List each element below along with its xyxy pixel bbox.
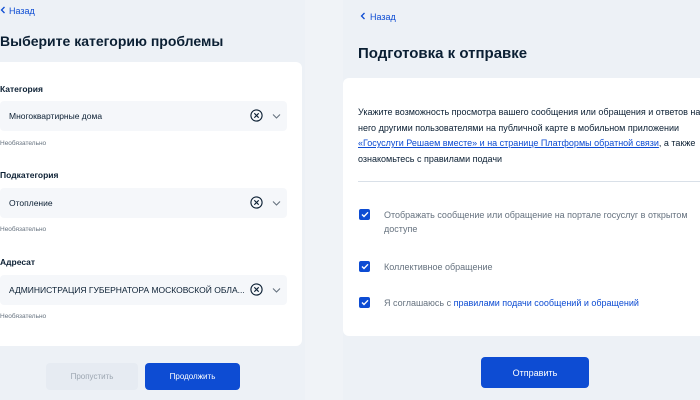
back-link[interactable]: Назад — [0, 6, 35, 16]
back-link-label: Назад — [370, 12, 396, 22]
public-display-checkbox[interactable] — [359, 209, 370, 220]
page-title: Выберите категорию проблемы — [0, 33, 224, 49]
submission-preparation-panel: Назад Подготовка к отправке Укажите возм… — [343, 0, 700, 400]
chevron-down-icon[interactable] — [272, 286, 281, 293]
addressee-label: Адресат — [0, 257, 36, 267]
chevron-down-icon[interactable] — [272, 112, 281, 119]
subcategory-hint: Необязательно — [0, 226, 47, 233]
submission-card: Укажите возможность просмотра вашего соо… — [343, 78, 700, 336]
clear-icon[interactable] — [250, 196, 263, 209]
chevron-left-icon — [360, 12, 366, 22]
continue-button[interactable]: Продолжить — [145, 363, 240, 390]
addressee-value: АДМИНИСТРАЦИЯ ГУБЕРНАТОРА МОСКОВСКОЙ ОБЛ… — [9, 285, 245, 295]
category-value: Многоквартирные дома — [9, 111, 103, 121]
chevron-down-icon[interactable] — [272, 199, 281, 206]
public-display-label: Отображать сообщение или обращение на по… — [384, 210, 688, 234]
skip-button[interactable]: Пропустить — [46, 363, 138, 390]
category-select[interactable]: Многоквартирные дома — [0, 101, 287, 131]
rules-agreement-prefix: Я соглашаюсь с — [384, 298, 454, 308]
chevron-left-icon — [0, 6, 6, 16]
rules-agreement-checkbox[interactable] — [359, 297, 370, 308]
divider — [358, 181, 700, 182]
back-link[interactable]: Назад — [360, 12, 396, 22]
checkmark-icon — [361, 263, 369, 270]
intro-text-part-1: Укажите возможность просмотра вашего соо… — [358, 107, 700, 133]
panel-divider — [305, 0, 343, 400]
back-link-label: Назад — [9, 6, 35, 16]
subcategory-label: Подкатегория — [0, 170, 59, 180]
collective-appeal-checkbox[interactable] — [359, 261, 370, 272]
addressee-select[interactable]: АДМИНИСТРАЦИЯ ГУБЕРНАТОРА МОСКОВСКОЙ ОБЛ… — [0, 275, 287, 305]
collective-appeal-label: Коллективное обращение — [384, 262, 493, 272]
subcategory-select[interactable]: Отопление — [0, 188, 287, 218]
public-display-option[interactable]: Отображать сообщение или обращение на по… — [359, 208, 694, 236]
subcategory-value: Отопление — [9, 198, 53, 208]
category-hint: Необязательно — [0, 140, 47, 147]
addressee-hint: Необязательно — [0, 313, 47, 320]
clear-icon[interactable] — [250, 283, 263, 296]
rules-link[interactable]: правилами подачи сообщений и обращений — [454, 298, 639, 308]
collective-appeal-option[interactable]: Коллективное обращение — [359, 260, 493, 274]
platform-link[interactable]: «Госуслуги Решаем вместе» и на странице … — [358, 138, 659, 148]
page-title: Подготовка к отправке — [358, 45, 528, 62]
submit-button[interactable]: Отправить — [481, 357, 589, 388]
intro-text: Укажите возможность просмотра вашего соо… — [358, 105, 700, 167]
checkmark-icon — [361, 211, 369, 218]
clear-icon[interactable] — [250, 109, 263, 122]
rules-agreement-label: Я соглашаюсь с правилами подачи сообщени… — [384, 296, 639, 310]
rules-agreement-option[interactable]: Я соглашаюсь с правилами подачи сообщени… — [359, 296, 639, 310]
category-label: Категория — [0, 84, 43, 94]
checkmark-icon — [361, 299, 369, 306]
category-selection-panel: Назад Выберите категорию проблемы Катего… — [0, 0, 302, 400]
